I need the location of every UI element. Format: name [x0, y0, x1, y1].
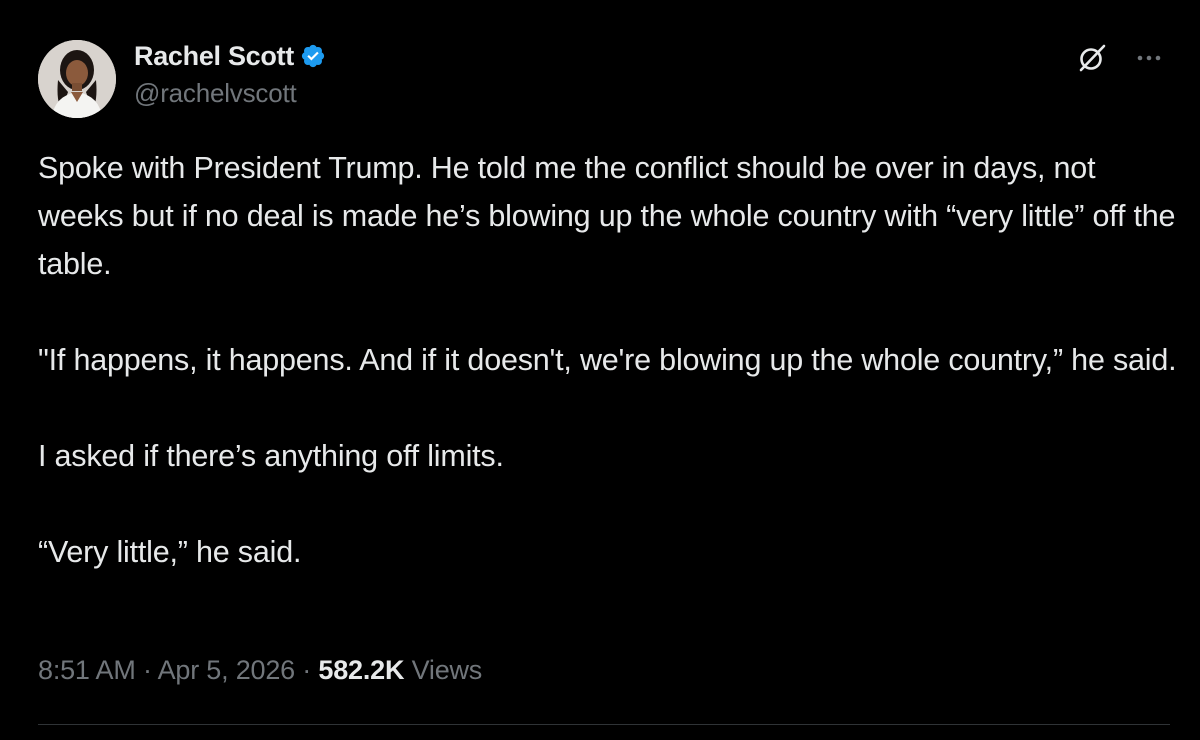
- tweet-metadata: 8:51 AM · Apr 5, 2026 · 582.2K Views: [38, 655, 482, 686]
- tweet-paragraph: "If happens, it happens. And if it doesn…: [38, 343, 1177, 377]
- avatar[interactable]: [38, 40, 116, 118]
- tweet-paragraph: Spoke with President Trump. He told me t…: [38, 151, 1176, 281]
- views-count[interactable]: 582.2K: [318, 655, 404, 685]
- name-row: Rachel Scott: [134, 36, 326, 76]
- tweet-card: Rachel Scott @rachelvscott Spoke with Pr…: [0, 0, 1200, 740]
- post-time[interactable]: 8:51 AM: [38, 655, 136, 685]
- user-handle[interactable]: @rachelvscott: [134, 78, 326, 109]
- meta-separator: ·: [294, 655, 319, 685]
- author-info: Rachel Scott @rachelvscott: [134, 36, 326, 109]
- tweet-header-actions: [1076, 42, 1164, 74]
- display-name[interactable]: Rachel Scott: [134, 41, 294, 72]
- more-options-icon[interactable]: [1134, 43, 1164, 73]
- verified-badge-icon[interactable]: [300, 43, 326, 69]
- tweet-paragraph: “Very little,” he said.: [38, 535, 302, 569]
- views-label: Views: [411, 655, 483, 685]
- divider: [38, 724, 1170, 725]
- avatar-image: [38, 40, 116, 118]
- grok-icon[interactable]: [1076, 42, 1108, 74]
- post-date[interactable]: Apr 5, 2026: [158, 655, 296, 685]
- tweet-paragraph: I asked if there’s anything off limits.: [38, 439, 504, 473]
- tweet-text: Spoke with President Trump. He told me t…: [38, 144, 1178, 576]
- meta-separator: ·: [135, 655, 158, 685]
